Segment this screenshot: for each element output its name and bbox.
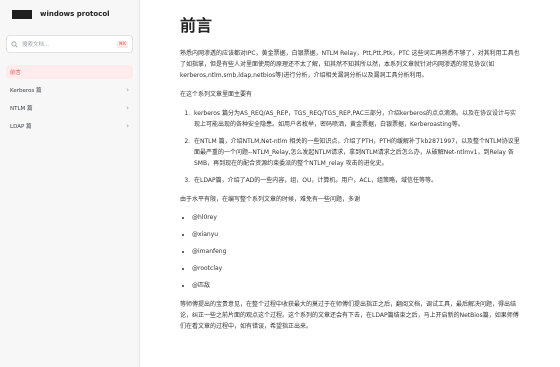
brand[interactable]: windows protocol [6, 3, 133, 25]
sidebar-item-label: 前言 [10, 70, 22, 76]
sidebar-nav: 前言 Kerberos 篇 › NTLM 篇 › LDAP 篇 › [6, 65, 133, 133]
list-item: @hl0rey [192, 213, 560, 223]
search-placeholder: 搜索文档... [22, 42, 50, 48]
sidebar-item-kerberos[interactable]: Kerberos 篇 › [6, 83, 133, 97]
sidebar-item-preface[interactable]: 前言 [6, 65, 133, 79]
series-title: 在这个系列文章里面主要有 [180, 91, 253, 98]
sidebar: windows protocol 搜索文档... ⌘K 前言 Kerberos … [0, 0, 140, 367]
sidebar-item-label: NTLM 篇 [10, 106, 33, 112]
list-item: 在NTLM 篇，介绍NTLM,Net-ntlm 相关的一些知识点，介绍了PTH，… [192, 136, 520, 169]
closing-paragraph: 等师傅提出的宝贵意见，在整个过程中收获最大的莫过于在师傅们提出指正之后，翻阅文档… [180, 301, 519, 330]
list-item: kerberos 篇分为AS_REQ/AS_REP，TGS_REQ/TGS_RE… [192, 108, 520, 130]
search-shortcut: ⌘K [116, 40, 128, 48]
list-item: @rootclay [192, 264, 560, 274]
sidebar-item-ldap[interactable]: LDAP 篇 › [6, 119, 133, 133]
thanks-list: @hl0rey @xianyu @imanfeng @rootclay @匹敌 [180, 213, 560, 291]
chevron-right-icon: › [126, 104, 129, 112]
list-item: @匹敌 [192, 281, 560, 291]
list-item: @imanfeng [192, 247, 560, 257]
page-title: 前言 [180, 16, 213, 35]
list-item: 在LDAP篇，介绍了AD的一些内容，组，OU，计算机，用户，ACL，组策略，域信… [192, 175, 520, 186]
chevron-right-icon: › [126, 122, 129, 130]
list-item: @xianyu [192, 230, 560, 240]
search-box[interactable]: 搜索文档... ⌘K [6, 35, 133, 53]
search-icon [11, 40, 18, 48]
chevron-right-icon: › [126, 86, 129, 94]
sidebar-item-label: LDAP 篇 [10, 124, 32, 130]
thanks-intro: 由于水平有限，在编写整个系列文章的时候，难免有一些问题，多谢 [180, 196, 361, 203]
app: windows protocol 搜索文档... ⌘K 前言 Kerberos … [0, 0, 560, 367]
sidebar-item-ntlm[interactable]: NTLM 篇 › [6, 101, 133, 115]
sidebar-item-label: Kerberos 篇 [10, 88, 42, 94]
series-list: kerberos 篇分为AS_REQ/AS_REP，TGS_REQ/TGS_RE… [180, 108, 520, 186]
intro-paragraph: 熟悉内网渗透的应该都对IPC，黄金票据，白银票据，NTLM Relay，Ptt,… [180, 50, 520, 79]
logo [12, 9, 32, 19]
main-content: 前言 熟悉内网渗透的应该都对IPC，黄金票据，白银票据，NTLM Relay，P… [140, 0, 560, 367]
brand-title: windows protocol [40, 10, 110, 18]
